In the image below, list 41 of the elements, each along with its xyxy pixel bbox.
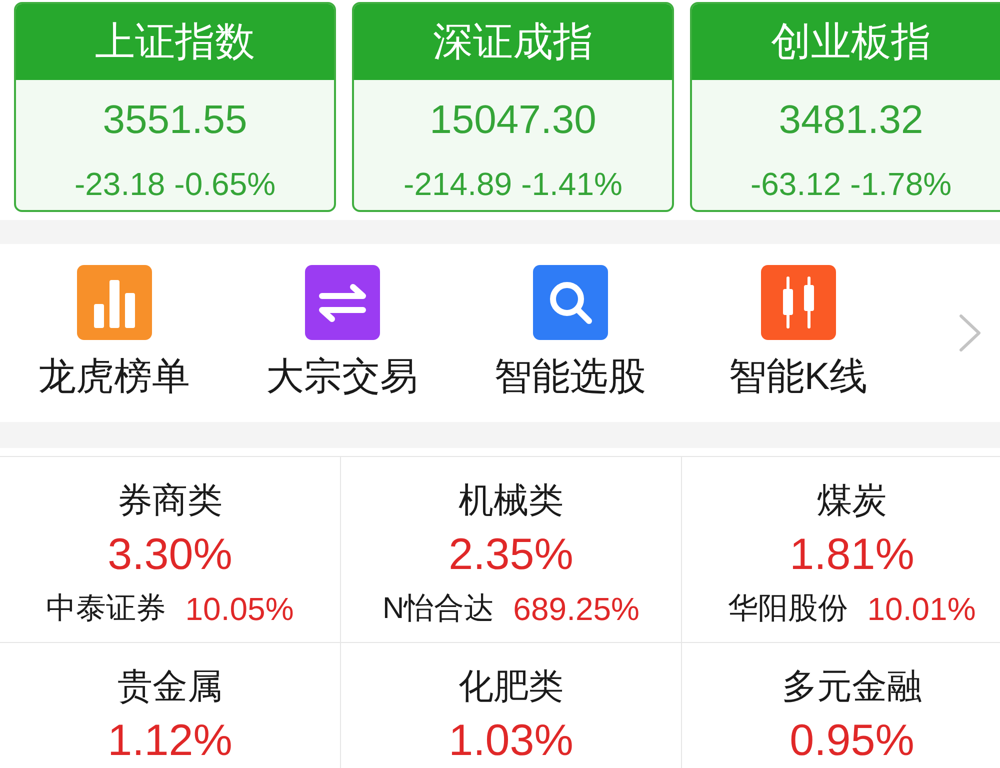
shortcut-button[interactable]: 大宗交易 <box>228 244 456 399</box>
leading-stock-name: 华阳股份 <box>728 591 848 627</box>
index-name: 深证成指 <box>433 19 593 65</box>
index-change-percent: -1.78% <box>850 166 952 202</box>
index-value: 15047.30 <box>430 97 596 143</box>
leading-stock-change: 10.05% <box>185 591 294 627</box>
index-name: 上证指数 <box>95 19 255 65</box>
sector-change: 3.30% <box>108 532 232 578</box>
index-name: 创业板指 <box>771 19 931 65</box>
shortcut-button[interactable]: 智能K线 <box>684 244 912 399</box>
index-change-percent: -1.41% <box>521 166 622 202</box>
sector-cell[interactable]: 化肥类 1.03% <box>341 643 682 768</box>
sector-change: 1.81% <box>790 532 914 578</box>
leading-stock-name: 中泰证券 <box>46 591 166 627</box>
sector-name: 多元金融 <box>782 666 922 708</box>
leading-stock-change: 689.25% <box>513 591 640 627</box>
index-change: -214.89 <box>404 166 512 202</box>
sector-name: 化肥类 <box>458 666 564 708</box>
index-change: -63.12 <box>750 166 842 202</box>
sector-name: 券商类 <box>118 480 222 522</box>
sector-change: 0.95% <box>790 718 914 764</box>
sector-cell[interactable]: 券商类 3.30% 中泰证券 10.05% <box>0 457 341 643</box>
sector-name: 机械类 <box>458 480 564 522</box>
sector-name: 煤炭 <box>817 480 887 522</box>
sector-cell[interactable]: 机械类 2.35% N怡合达 689.25% <box>341 457 682 643</box>
sector-cell[interactable]: 贵金属 1.12% <box>0 643 341 768</box>
shortcut-button[interactable]: 智能选股 <box>456 244 684 399</box>
sector-change: 1.03% <box>448 718 574 764</box>
index-change-percent: -0.65% <box>174 166 276 202</box>
sector-name: 贵金属 <box>118 666 222 708</box>
sector-change: 1.12% <box>108 718 232 764</box>
index-value: 3481.32 <box>778 97 924 143</box>
sector-change: 2.35% <box>448 532 574 578</box>
chevron-right-icon[interactable] <box>959 314 981 352</box>
sector-cell[interactable]: 煤炭 1.81% 华阳股份 10.01% <box>682 457 1000 643</box>
leading-stock-change: 10.01% <box>867 591 976 627</box>
index-change: -23.18 <box>74 166 166 202</box>
sector-cell[interactable]: 多元金融 0.95% <box>682 643 1000 768</box>
index-value: 3551.55 <box>102 97 248 143</box>
shortcut-button[interactable]: 龙虎榜单 <box>0 244 228 399</box>
leading-stock-name: N怡合达 <box>382 591 494 627</box>
